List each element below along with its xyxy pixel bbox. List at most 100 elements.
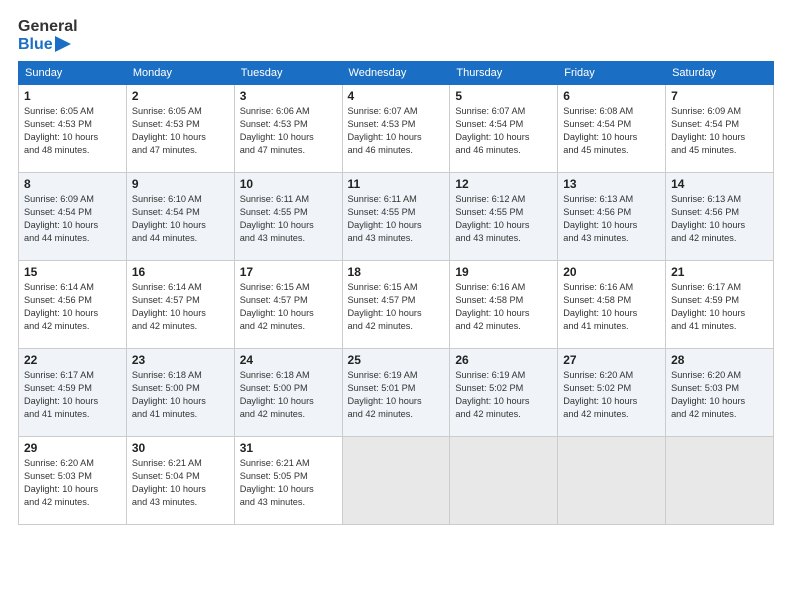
calendar-body: 1 Sunrise: 6:05 AM Sunset: 4:53 PM Daylig… <box>19 85 774 525</box>
day-info: Sunrise: 6:08 AM Sunset: 4:54 PM Dayligh… <box>563 105 660 157</box>
day-cell: 7 Sunrise: 6:09 AM Sunset: 4:54 PM Daylig… <box>666 85 774 173</box>
week-row-5: 29 Sunrise: 6:20 AM Sunset: 5:03 PM Dayli… <box>19 437 774 525</box>
week-row-2: 8Sunrise: 6:09 AM Sunset: 4:54 PM Daylig… <box>19 173 774 261</box>
day-number: 19 <box>455 265 552 279</box>
day-cell: 19 Sunrise: 6:16 AM Sunset: 4:58 PM Dayli… <box>450 261 558 349</box>
day-number: 9 <box>132 177 229 191</box>
day-cell: 4Sunrise: 6:07 AM Sunset: 4:53 PM Daylig… <box>342 85 450 173</box>
day-cell: 31 Sunrise: 6:21 AM Sunset: 5:05 PM Dayli… <box>234 437 342 525</box>
day-cell: 14Sunrise: 6:13 AM Sunset: 4:56 PM Dayli… <box>666 173 774 261</box>
day-cell: 13 Sunrise: 6:13 AM Sunset: 4:56 PM Dayli… <box>558 173 666 261</box>
day-cell: 1 Sunrise: 6:05 AM Sunset: 4:53 PM Daylig… <box>19 85 127 173</box>
day-cell <box>558 437 666 525</box>
day-info: Sunrise: 6:20 AM Sunset: 5:03 PM Dayligh… <box>671 369 768 421</box>
day-info: Sunrise: 6:11 AM Sunset: 4:55 PM Dayligh… <box>240 193 337 245</box>
weekday-thursday: Thursday <box>450 62 558 85</box>
day-cell: 6 Sunrise: 6:08 AM Sunset: 4:54 PM Daylig… <box>558 85 666 173</box>
day-cell: 16Sunrise: 6:14 AM Sunset: 4:57 PM Dayli… <box>126 261 234 349</box>
header: General Blue <box>18 18 774 53</box>
weekday-friday: Friday <box>558 62 666 85</box>
day-info: Sunrise: 6:18 AM Sunset: 5:00 PM Dayligh… <box>132 369 229 421</box>
day-number: 8 <box>24 177 121 191</box>
day-cell: 22Sunrise: 6:17 AM Sunset: 4:59 PM Dayli… <box>19 349 127 437</box>
day-cell: 2Sunrise: 6:05 AM Sunset: 4:53 PM Daylig… <box>126 85 234 173</box>
day-number: 27 <box>563 353 660 367</box>
day-info: Sunrise: 6:15 AM Sunset: 4:57 PM Dayligh… <box>240 281 337 333</box>
day-info: Sunrise: 6:07 AM Sunset: 4:54 PM Dayligh… <box>455 105 552 157</box>
day-number: 31 <box>240 441 337 455</box>
day-number: 28 <box>671 353 768 367</box>
day-number: 24 <box>240 353 337 367</box>
week-row-1: 1 Sunrise: 6:05 AM Sunset: 4:53 PM Daylig… <box>19 85 774 173</box>
day-number: 10 <box>240 177 337 191</box>
day-info: Sunrise: 6:14 AM Sunset: 4:57 PM Dayligh… <box>132 281 229 333</box>
day-number: 6 <box>563 89 660 103</box>
day-number: 20 <box>563 265 660 279</box>
day-cell: 23 Sunrise: 6:18 AM Sunset: 5:00 PM Dayli… <box>126 349 234 437</box>
weekday-wednesday: Wednesday <box>342 62 450 85</box>
day-number: 21 <box>671 265 768 279</box>
day-cell: 30 Sunrise: 6:21 AM Sunset: 5:04 PM Dayli… <box>126 437 234 525</box>
day-info: Sunrise: 6:14 AM Sunset: 4:56 PM Dayligh… <box>24 281 121 333</box>
weekday-tuesday: Tuesday <box>234 62 342 85</box>
day-cell: 25 Sunrise: 6:19 AM Sunset: 5:01 PM Dayli… <box>342 349 450 437</box>
day-info: Sunrise: 6:19 AM Sunset: 5:02 PM Dayligh… <box>455 369 552 421</box>
day-info: Sunrise: 6:10 AM Sunset: 4:54 PM Dayligh… <box>132 193 229 245</box>
day-info: Sunrise: 6:15 AM Sunset: 4:57 PM Dayligh… <box>348 281 445 333</box>
day-number: 30 <box>132 441 229 455</box>
day-info: Sunrise: 6:19 AM Sunset: 5:01 PM Dayligh… <box>348 369 445 421</box>
day-cell: 15 Sunrise: 6:14 AM Sunset: 4:56 PM Dayli… <box>19 261 127 349</box>
day-info: Sunrise: 6:13 AM Sunset: 4:56 PM Dayligh… <box>671 193 768 245</box>
day-number: 18 <box>348 265 445 279</box>
day-info: Sunrise: 6:20 AM Sunset: 5:02 PM Dayligh… <box>563 369 660 421</box>
day-info: Sunrise: 6:16 AM Sunset: 4:58 PM Dayligh… <box>455 281 552 333</box>
day-number: 2 <box>132 89 229 103</box>
day-number: 23 <box>132 353 229 367</box>
day-number: 5 <box>455 89 552 103</box>
day-cell: 5 Sunrise: 6:07 AM Sunset: 4:54 PM Daylig… <box>450 85 558 173</box>
calendar: SundayMondayTuesdayWednesdayThursdayFrid… <box>18 61 774 525</box>
day-cell: 12Sunrise: 6:12 AM Sunset: 4:55 PM Dayli… <box>450 173 558 261</box>
day-cell: 27 Sunrise: 6:20 AM Sunset: 5:02 PM Dayli… <box>558 349 666 437</box>
day-info: Sunrise: 6:07 AM Sunset: 4:53 PM Dayligh… <box>348 105 445 157</box>
day-number: 3 <box>240 89 337 103</box>
day-number: 13 <box>563 177 660 191</box>
day-cell: 21 Sunrise: 6:17 AM Sunset: 4:59 PM Dayli… <box>666 261 774 349</box>
day-info: Sunrise: 6:21 AM Sunset: 5:05 PM Dayligh… <box>240 457 337 509</box>
day-info: Sunrise: 6:06 AM Sunset: 4:53 PM Dayligh… <box>240 105 337 157</box>
day-info: Sunrise: 6:05 AM Sunset: 4:53 PM Dayligh… <box>24 105 121 157</box>
logo-arrow-icon <box>55 36 71 52</box>
day-info: Sunrise: 6:09 AM Sunset: 4:54 PM Dayligh… <box>671 105 768 157</box>
day-number: 17 <box>240 265 337 279</box>
day-number: 11 <box>348 177 445 191</box>
logo-blue: Blue <box>18 36 78 54</box>
day-number: 1 <box>24 89 121 103</box>
day-info: Sunrise: 6:17 AM Sunset: 4:59 PM Dayligh… <box>24 369 121 421</box>
day-cell: 9 Sunrise: 6:10 AM Sunset: 4:54 PM Daylig… <box>126 173 234 261</box>
day-info: Sunrise: 6:17 AM Sunset: 4:59 PM Dayligh… <box>671 281 768 333</box>
day-number: 29 <box>24 441 121 455</box>
day-cell: 29 Sunrise: 6:20 AM Sunset: 5:03 PM Dayli… <box>19 437 127 525</box>
day-cell <box>342 437 450 525</box>
day-number: 7 <box>671 89 768 103</box>
day-info: Sunrise: 6:12 AM Sunset: 4:55 PM Dayligh… <box>455 193 552 245</box>
day-number: 26 <box>455 353 552 367</box>
day-number: 15 <box>24 265 121 279</box>
day-cell: 3 Sunrise: 6:06 AM Sunset: 4:53 PM Daylig… <box>234 85 342 173</box>
weekday-header-row: SundayMondayTuesdayWednesdayThursdayFrid… <box>19 62 774 85</box>
week-row-4: 22Sunrise: 6:17 AM Sunset: 4:59 PM Dayli… <box>19 349 774 437</box>
day-cell: 10 Sunrise: 6:11 AM Sunset: 4:55 PM Dayli… <box>234 173 342 261</box>
day-cell: 26 Sunrise: 6:19 AM Sunset: 5:02 PM Dayli… <box>450 349 558 437</box>
day-cell: 28 Sunrise: 6:20 AM Sunset: 5:03 PM Dayli… <box>666 349 774 437</box>
day-cell <box>666 437 774 525</box>
logo-general: General <box>18 18 78 36</box>
day-cell: 20Sunrise: 6:16 AM Sunset: 4:58 PM Dayli… <box>558 261 666 349</box>
day-info: Sunrise: 6:18 AM Sunset: 5:00 PM Dayligh… <box>240 369 337 421</box>
day-info: Sunrise: 6:13 AM Sunset: 4:56 PM Dayligh… <box>563 193 660 245</box>
day-cell: 8Sunrise: 6:09 AM Sunset: 4:54 PM Daylig… <box>19 173 127 261</box>
day-info: Sunrise: 6:20 AM Sunset: 5:03 PM Dayligh… <box>24 457 121 509</box>
day-number: 25 <box>348 353 445 367</box>
day-info: Sunrise: 6:21 AM Sunset: 5:04 PM Dayligh… <box>132 457 229 509</box>
weekday-saturday: Saturday <box>666 62 774 85</box>
week-row-3: 15 Sunrise: 6:14 AM Sunset: 4:56 PM Dayli… <box>19 261 774 349</box>
